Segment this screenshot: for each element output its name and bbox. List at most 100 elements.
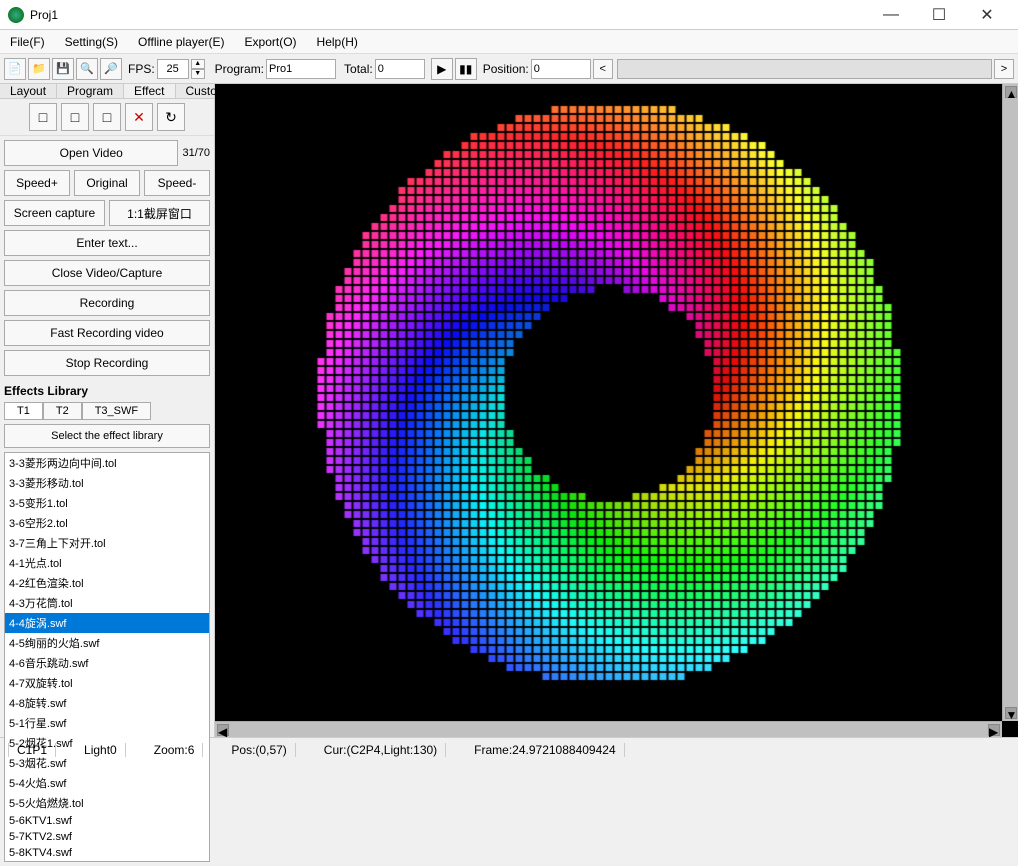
screen-row: Screen capture 1:1截屏窗口 [4, 200, 210, 226]
led-canvas [215, 84, 1018, 737]
effects-library-title: Effects Library [4, 384, 210, 398]
effect-item[interactable]: 5-5火焰燃烧.tol [5, 793, 209, 813]
panel-delete-btn[interactable]: ✕ [125, 103, 153, 131]
panel-toolbar: □ □ □ ✕ ↻ [0, 99, 214, 136]
effect-item[interactable]: 3-7三角上下对开.tol [5, 533, 209, 553]
effect-item[interactable]: 5-8KTV4.swf [5, 845, 209, 861]
open-video-btn[interactable]: Open Video [4, 140, 178, 166]
title-bar: Proj1 — ☐ ✕ [0, 0, 1018, 30]
effect-item[interactable]: 5-4火焰.swf [5, 773, 209, 793]
total-label: Total: [344, 62, 373, 76]
app-icon [8, 7, 24, 23]
position-input[interactable] [531, 59, 591, 79]
fps-arrows: ▲ ▼ [191, 59, 205, 79]
fast-recording-btn[interactable]: Fast Recording video [4, 320, 210, 346]
left-panel: Layout Program Effect Custom ◀ ▶ □ □ □ ✕… [0, 84, 215, 737]
panel-copy-btn[interactable]: □ [61, 103, 89, 131]
toolbar-search[interactable]: 🔍 [76, 58, 98, 80]
tab-layout[interactable]: Layout [0, 84, 57, 98]
status-pos: Pos:(0,57) [223, 743, 295, 757]
recording-section: Recording Fast Recording video Stop Reco… [4, 290, 210, 376]
stop-recording-btn[interactable]: Stop Recording [4, 350, 210, 376]
nav-prev[interactable]: < [593, 59, 613, 79]
fps-down[interactable]: ▼ [191, 69, 205, 79]
canvas-area: ▲ ▼ ◀ ▶ [215, 84, 1018, 737]
effect-item[interactable]: 3-3菱形两边向中间.tol [5, 453, 209, 473]
play-button[interactable]: ▶ [431, 58, 453, 80]
effect-item[interactable]: 3-5变形1.tol [5, 493, 209, 513]
enter-text-btn[interactable]: Enter text... [4, 230, 210, 256]
nav-next[interactable]: > [994, 59, 1014, 79]
menu-help[interactable]: Help(H) [307, 33, 368, 51]
effect-item[interactable]: 5-1行星.swf [5, 713, 209, 733]
minimize-button[interactable]: — [868, 0, 914, 30]
close-button[interactable]: ✕ [964, 0, 1010, 30]
scroll-up-btn[interactable]: ▲ [1005, 86, 1017, 98]
status-frame: Frame:24.9721088409424 [466, 743, 624, 757]
progress-bar[interactable] [617, 59, 992, 79]
effects-library: Effects Library T1 T2 T3_SWF Select the … [0, 380, 214, 866]
effect-item[interactable]: 4-4旋涡.swf [5, 613, 209, 633]
pause-button[interactable]: ▮▮ [455, 58, 477, 80]
speed-plus-btn[interactable]: Speed+ [4, 170, 70, 196]
status-light: Light0 [76, 743, 126, 757]
toolbar-new[interactable]: 📄 [4, 58, 26, 80]
effect-item[interactable]: 5-7KTV2.swf [5, 829, 209, 845]
speed-row: Speed+ Original Speed- [4, 170, 210, 196]
scroll-left-btn[interactable]: ◀ [217, 724, 229, 736]
effect-item[interactable]: 4-7双旋转.tol [5, 673, 209, 693]
effect-item[interactable]: 4-8旋转.swf [5, 693, 209, 713]
effect-item[interactable]: 5-6KTV1.swf [5, 813, 209, 829]
effect-item[interactable]: 3-6空形2.tol [5, 513, 209, 533]
menu-export[interactable]: Export(O) [235, 33, 307, 51]
tab-program[interactable]: Program [57, 84, 124, 98]
status-zoom: Zoom:6 [146, 743, 204, 757]
app-title: Proj1 [30, 8, 868, 22]
scrollbar-bottom[interactable]: ◀ ▶ [215, 721, 1002, 737]
speed-minus-btn[interactable]: Speed- [144, 170, 210, 196]
menu-file[interactable]: File(F) [0, 33, 55, 51]
position-label: Position: [483, 62, 529, 76]
fps-input[interactable] [157, 59, 189, 79]
tab-effect[interactable]: Effect [124, 84, 175, 98]
window-controls: — ☐ ✕ [868, 0, 1010, 30]
close-video-btn[interactable]: Close Video/Capture [4, 260, 210, 286]
effects-tabs: T1 T2 T3_SWF [4, 402, 210, 420]
fps-up[interactable]: ▲ [191, 59, 205, 69]
toolbar-save[interactable]: 💾 [52, 58, 74, 80]
effect-tab-t1[interactable]: T1 [4, 402, 43, 420]
effects-list[interactable]: 3-3菱形两边向中间.tol3-3菱形移动.tol3-5变形1.tol3-6空形… [4, 452, 210, 862]
panel-reset-btn[interactable]: ↻ [157, 103, 185, 131]
maximize-button[interactable]: ☐ [916, 0, 962, 30]
recording-btn[interactable]: Recording [4, 290, 210, 316]
led-display-canvas [215, 84, 1005, 704]
total-input[interactable] [375, 59, 425, 79]
effect-tab-t3[interactable]: T3_SWF [82, 402, 151, 420]
effect-item[interactable]: 4-6音乐跳动.swf [5, 653, 209, 673]
scroll-down-btn[interactable]: ▼ [1005, 707, 1017, 719]
program-input[interactable] [266, 59, 336, 79]
effect-item[interactable]: 4-1光点.tol [5, 553, 209, 573]
original-btn[interactable]: Original [74, 170, 140, 196]
panel-buttons: Open Video 31/70 Speed+ Original Speed- … [0, 136, 214, 380]
tab-bar: Layout Program Effect Custom ◀ ▶ [0, 84, 214, 99]
main-content: Layout Program Effect Custom ◀ ▶ □ □ □ ✕… [0, 84, 1018, 737]
status-c1p1: C1P1 [8, 743, 56, 757]
open-video-count: 31/70 [182, 147, 210, 159]
scrollbar-right[interactable]: ▲ ▼ [1002, 84, 1018, 721]
toolbar-search2[interactable]: 🔎 [100, 58, 122, 80]
one-one-btn[interactable]: 1:1截屏窗口 [109, 200, 210, 226]
scroll-right-btn[interactable]: ▶ [988, 724, 1000, 736]
select-library-btn[interactable]: Select the effect library [4, 424, 210, 448]
menu-offline-player[interactable]: Offline player(E) [128, 33, 234, 51]
effect-item[interactable]: 4-5绚丽的火焰.swf [5, 633, 209, 653]
effect-tab-t2[interactable]: T2 [43, 402, 82, 420]
effect-item[interactable]: 3-3菱形移动.tol [5, 473, 209, 493]
effect-item[interactable]: 4-2红色渲染.tol [5, 573, 209, 593]
toolbar-open[interactable]: 📁 [28, 58, 50, 80]
effect-item[interactable]: 4-3万花筒.tol [5, 593, 209, 613]
panel-add-btn[interactable]: □ [29, 103, 57, 131]
screen-capture-btn[interactable]: Screen capture [4, 200, 105, 226]
menu-setting[interactable]: Setting(S) [55, 33, 128, 51]
panel-save-btn[interactable]: □ [93, 103, 121, 131]
